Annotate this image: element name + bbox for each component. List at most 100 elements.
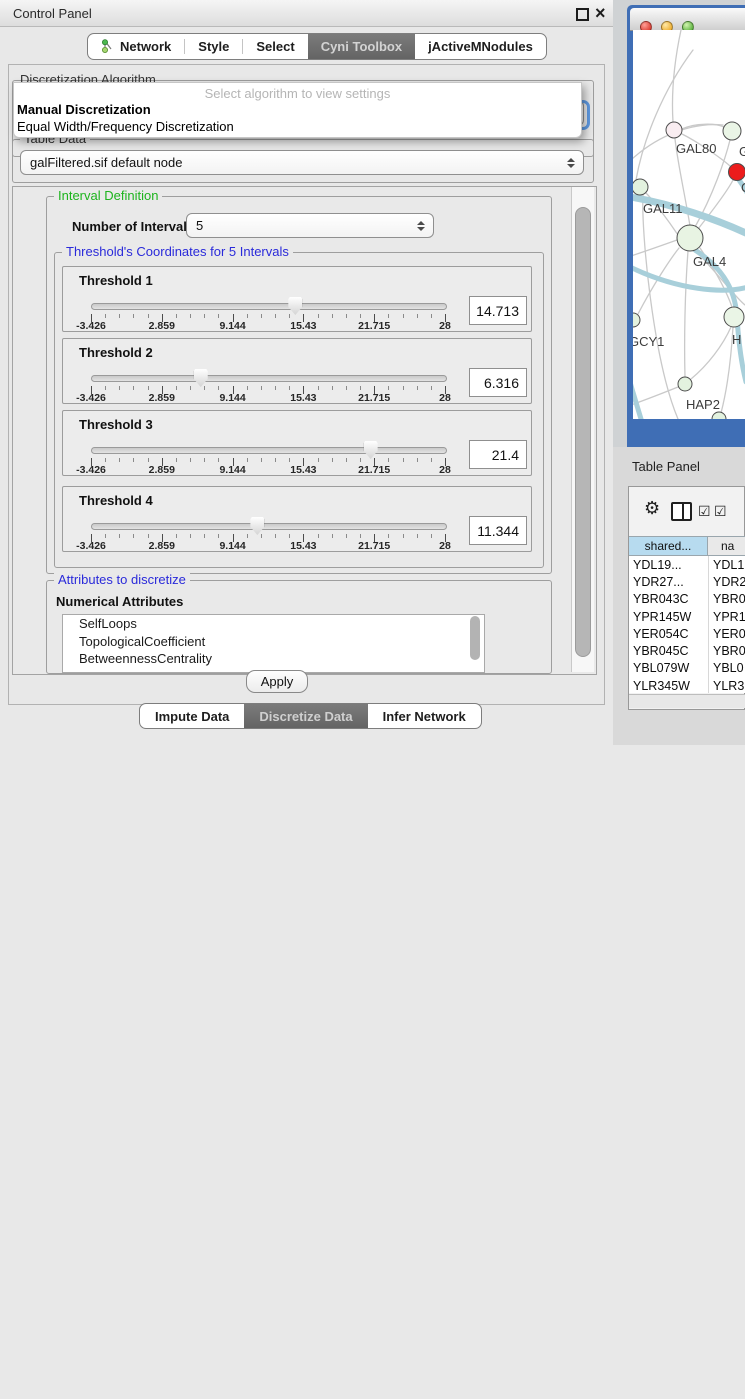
network-node[interactable]: [712, 412, 726, 419]
apply-button[interactable]: Apply: [246, 670, 308, 693]
tick-mark: [261, 458, 262, 462]
attribute-list-item[interactable]: TopologicalCoefficient: [63, 633, 484, 651]
network-canvas[interactable]: GAL80GACGAL11GAL4GCY1HHAP2: [633, 30, 745, 419]
table-data-combobox[interactable]: galFiltered.sif default node: [20, 150, 584, 175]
tick-mark: [332, 458, 333, 462]
network-edge: [633, 240, 677, 256]
dropdown-option-manual-discretization[interactable]: Manual Discretization: [17, 102, 151, 117]
columns-icon[interactable]: [671, 502, 692, 521]
tick-mark: [346, 534, 347, 538]
table-row[interactable]: YER054CYER0: [629, 625, 745, 642]
tick-mark: [148, 458, 149, 462]
num-intervals-combobox[interactable]: 5: [186, 213, 434, 238]
tick-label: 28: [423, 320, 467, 332]
network-node[interactable]: [677, 225, 703, 251]
threshold-value-field[interactable]: 14.713: [469, 296, 527, 325]
control-panel-tabbar: Network Style Select Cyni Toolbox jActiv…: [87, 33, 547, 60]
settings-scrollbar-thumb[interactable]: [575, 207, 591, 657]
network-node[interactable]: [633, 313, 640, 327]
attributes-list-scrollbar-thumb[interactable]: [470, 616, 480, 660]
gear-icon[interactable]: ⚙: [644, 498, 660, 519]
network-node[interactable]: [633, 179, 648, 195]
threshold-slider-track[interactable]: [91, 375, 447, 382]
table-row[interactable]: YBL079WYBL0: [629, 660, 745, 677]
checkbox-icon[interactable]: ☑: [698, 503, 711, 520]
network-window-titlebar: [630, 8, 745, 31]
tab-style[interactable]: Style: [185, 34, 242, 59]
network-node-label: GAL80: [676, 141, 716, 156]
tab-impute-data[interactable]: Impute Data: [140, 704, 244, 728]
bottom-tabbar: Impute Data Discretize Data Infer Networ…: [139, 703, 482, 729]
table-row[interactable]: YBR043CYBR0: [629, 591, 745, 608]
network-node[interactable]: [666, 122, 682, 138]
tick-mark: [204, 386, 205, 390]
threshold-value-field[interactable]: 6.316: [469, 368, 527, 397]
threshold-slider-thumb[interactable]: [194, 369, 208, 387]
num-intervals-label: Number of Intervals: [72, 219, 194, 234]
tab-select[interactable]: Select: [243, 34, 307, 59]
table-hscrollbar[interactable]: [629, 694, 745, 708]
checkbox-icon[interactable]: ☑: [714, 503, 727, 520]
tick-label: 15.43: [281, 392, 325, 404]
threshold-slider-thumb[interactable]: [250, 517, 264, 535]
table-row[interactable]: YLR345WYLR3: [629, 677, 745, 693]
threshold-slider-track[interactable]: [91, 447, 447, 454]
table-header-row: shared... na: [629, 536, 745, 556]
tab-cyni-toolbox[interactable]: Cyni Toolbox: [308, 34, 415, 59]
tab-network[interactable]: Network: [88, 34, 184, 59]
tick-label: 2.859: [140, 540, 184, 552]
table-row[interactable]: YBR045CYBR0: [629, 642, 745, 659]
network-edge: [672, 30, 681, 122]
tick-mark: [190, 386, 191, 390]
tick-mark: [105, 386, 106, 390]
cell-name: YBR0: [708, 644, 745, 658]
cell-name: YLR3: [708, 679, 745, 693]
tick-mark: [218, 534, 219, 538]
tick-mark: [119, 458, 120, 462]
cell-shared-name: YDL19...: [629, 558, 708, 572]
tick-mark: [417, 314, 418, 318]
attribute-list-item[interactable]: BetweennessCentrality: [63, 650, 484, 668]
table-row[interactable]: YPR145WYPR1: [629, 608, 745, 625]
network-node-label: GAL4: [693, 254, 726, 269]
combo-stepper-icon: [567, 158, 575, 168]
threshold-label: Threshold 3: [79, 417, 153, 432]
table-row[interactable]: YDL19...YDL1: [629, 556, 745, 573]
tick-mark: [417, 386, 418, 390]
threshold-slider-thumb[interactable]: [288, 297, 302, 315]
screen: Control Panel × Network Style Select Cyn…: [0, 0, 745, 745]
float-window-icon[interactable]: [576, 8, 589, 21]
network-node-label: HAP2: [686, 397, 720, 412]
threshold-value-field[interactable]: 11.344: [469, 516, 527, 545]
tick-label: 15.43: [281, 464, 325, 476]
tick-mark: [388, 386, 389, 390]
threshold-row: Threshold 4-3.4262.8599.14415.4321.71528…: [62, 486, 532, 552]
network-node[interactable]: [678, 377, 692, 391]
network-node[interactable]: [723, 122, 741, 140]
close-icon[interactable]: ×: [595, 1, 606, 25]
tick-mark: [346, 314, 347, 318]
attribute-list-item[interactable]: SelfLoops: [63, 615, 484, 633]
tick-mark: [360, 534, 361, 538]
numerical-attributes-list[interactable]: SelfLoopsTopologicalCoefficientBetweenne…: [62, 614, 485, 673]
threshold-slider-track[interactable]: [91, 303, 447, 310]
threshold-value-field[interactable]: 21.4: [469, 440, 527, 469]
table-panel-title: Table Panel: [632, 459, 700, 474]
network-node[interactable]: [729, 164, 745, 181]
tab-jactivemnodules[interactable]: jActiveMNodules: [415, 34, 546, 59]
tab-infer-network[interactable]: Infer Network: [368, 704, 481, 728]
column-header-name[interactable]: na: [708, 536, 745, 556]
tick-label: 9.144: [211, 540, 255, 552]
threshold-slider-track[interactable]: [91, 523, 447, 530]
tick-mark: [176, 386, 177, 390]
threshold-slider-thumb[interactable]: [364, 441, 378, 459]
tick-mark: [204, 458, 205, 462]
dropdown-option-equal-width-frequency[interactable]: Equal Width/Frequency Discretization: [17, 119, 234, 134]
table-row[interactable]: YDR27...YDR2: [629, 573, 745, 590]
tick-mark: [332, 314, 333, 318]
network-node[interactable]: [724, 307, 744, 327]
tick-mark: [105, 458, 106, 462]
network-node-label: GAL11: [643, 201, 683, 216]
column-header-shared-name[interactable]: shared...: [629, 536, 708, 556]
tab-discretize-data[interactable]: Discretize Data: [244, 704, 367, 728]
